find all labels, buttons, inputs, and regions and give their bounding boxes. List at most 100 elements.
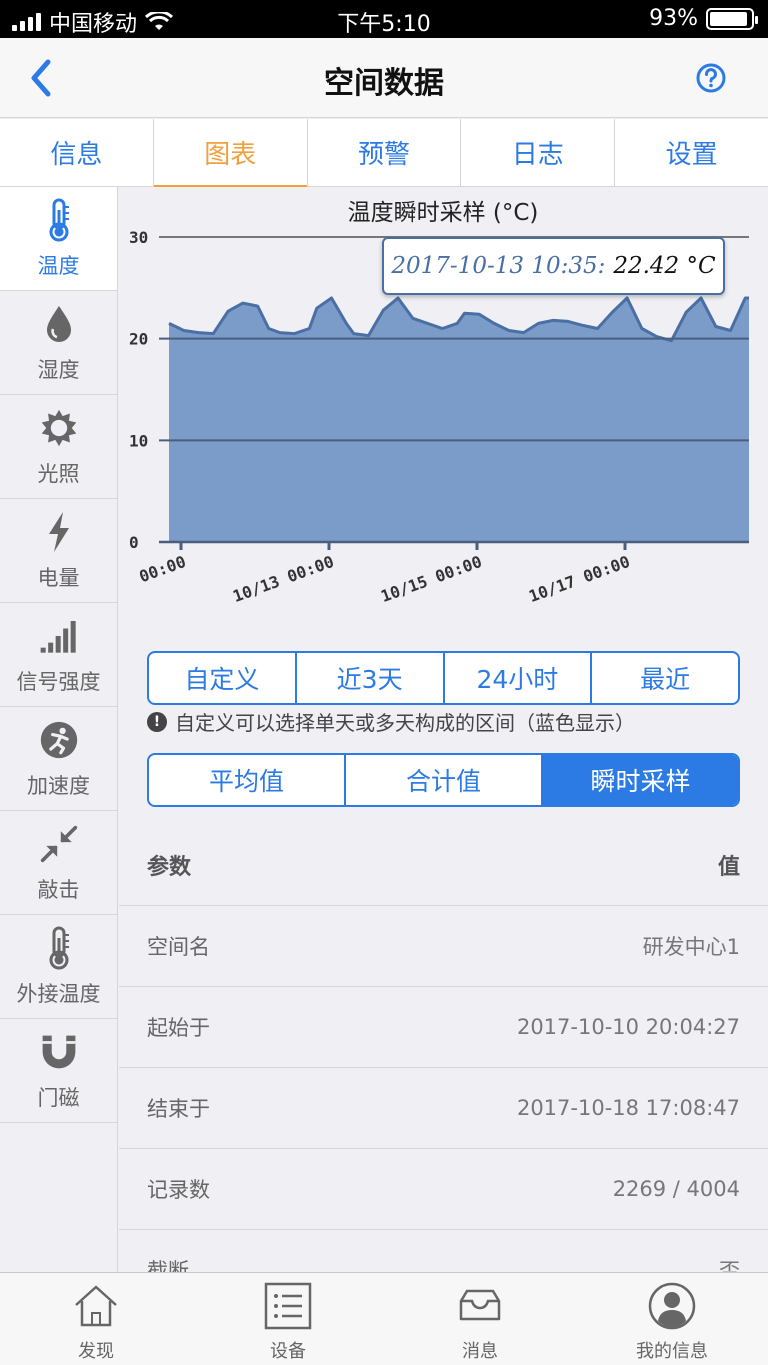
y-tick-label: 10 [129,431,148,450]
water-drop-icon [46,305,71,342]
house-icon [75,1285,117,1327]
sidebar-item-signal[interactable]: 信号强度 [0,603,117,707]
help-question-icon[interactable] [696,63,726,93]
inbox-icon [459,1289,501,1321]
thermometer-icon [49,198,69,241]
x-tick-label: 10/15 00:00 [378,552,484,606]
row-value: 2269 / 4004 [612,1177,740,1201]
sidebar-item-acceleration[interactable]: 加速度 [0,707,117,811]
mode-segmented-control: 平均值 合计值 瞬时采样 [147,753,740,807]
tab-chart[interactable]: 图表 [153,119,308,187]
user-avatar-icon [648,1282,696,1330]
range-recent-button[interactable]: 最近 [592,653,738,703]
tab-info[interactable]: 信息 [0,119,154,186]
range-hint: ! 自定义可以选择单天或多天构成的区间（蓝色显示） [147,707,635,736]
chart-title: 温度瞬时采样 (°C) [348,200,539,226]
table-row: 起始于 2017-10-10 20:04:27 [119,987,768,1068]
tabbar-label: 消息 [462,1341,498,1362]
header-value: 值 [717,855,740,880]
mode-total-button[interactable]: 合计值 [346,755,543,805]
bottom-tab-bar: 发现 设备 消息 我的信息 [0,1272,768,1365]
mode-average-button[interactable]: 平均值 [149,755,346,805]
y-tick-label: 20 [129,330,148,349]
sidebar-item-label: 湿度 [37,357,80,382]
signal-bars-icon [40,620,76,653]
range-24hours-button[interactable]: 24小时 [445,653,593,703]
tab-alerts[interactable]: 预警 [308,119,462,186]
tabbar-messages[interactable]: 消息 [384,1273,576,1365]
magnet-icon [42,1035,75,1068]
sidebar-item-label: 光照 [37,461,80,486]
tabbar-devices[interactable]: 设备 [192,1273,384,1365]
x-tick-label: 10/13 00:00 [230,552,336,606]
table-row: 截断 否 [119,1230,768,1272]
lightning-icon [48,511,69,552]
sidebar-item-temperature[interactable]: 温度 [0,187,117,291]
range-segmented-control: 自定义 近3天 24小时 最近 [147,651,740,705]
row-param: 记录数 [147,1178,210,1202]
table-row: 空间名 研发中心1 [119,906,768,987]
row-param: 截断 [147,1259,189,1272]
navigation-bar: 空间数据 [0,38,768,118]
row-value: 否 [719,1259,740,1272]
hint-text: 自定义可以选择单天或多天构成的区间（蓝色显示） [175,711,635,735]
range-3days-button[interactable]: 近3天 [297,653,445,703]
tab-log[interactable]: 日志 [461,119,616,186]
battery-percent: 93% [649,6,698,31]
list-icon [264,1282,312,1330]
status-right: 93% [649,6,758,31]
tab-settings[interactable]: 设置 [615,119,768,186]
mode-instant-button[interactable]: 瞬时采样 [543,755,738,805]
row-param: 空间名 [147,935,210,959]
table-row: 结束于 2017-10-18 17:08:47 [119,1068,768,1149]
sidebar-item-label: 电量 [37,565,80,590]
exclamation-icon: ! [147,711,167,732]
sidebar-item-light[interactable]: 光照 [0,395,117,499]
status-bar: 中国移动 下午5:10 93% [0,0,768,38]
row-value: 研发中心1 [642,935,740,959]
header-param: 参数 [147,855,192,880]
row-param: 起始于 [147,1016,210,1040]
temperature-chart: 温度瞬时采样 (°C) 0 10 20 30 00:00 10/13 00:00 10/15 … [119,187,768,632]
sidebar-item-humidity[interactable]: 湿度 [0,291,117,395]
x-tick-label: 00:00 [137,552,189,586]
chart-tooltip: 2017-10-13 10:35: 22.42 °C [382,237,725,295]
battery-icon [706,7,758,30]
knock-arrows-icon [40,825,77,862]
external-thermometer-icon [49,926,69,969]
tabbar-label: 我的信息 [636,1341,708,1362]
tooltip-date: 2017-10-13 10:35: [391,253,606,279]
row-value: 2017-10-10 20:04:27 [516,1015,740,1039]
sidebar-item-external-temperature[interactable]: 外接温度 [0,915,117,1019]
tooltip-value: 22.42 °C [613,253,716,279]
accelerometer-icon [40,721,77,758]
sidebar-item-battery[interactable]: 电量 [0,499,117,603]
sensor-sidebar: 温度 湿度 光照 电量 信号强度 加速度 敲击 外接温度 门磁 [0,187,118,1272]
page-title: 空间数据 [324,66,444,101]
chart-panel: 温度瞬时采样 (°C) 0 10 20 30 00:00 10/13 00:00 10/15 … [119,187,768,1272]
y-tick-label: 30 [129,228,148,247]
range-custom-button[interactable]: 自定义 [149,653,297,703]
top-tabs: 信息 图表 预警 日志 设置 [0,119,768,187]
row-param: 结束于 [147,1097,210,1121]
sidebar-item-door-magnet[interactable]: 门磁 [0,1019,117,1123]
tabbar-label: 设备 [270,1341,306,1362]
sidebar-item-label: 信号强度 [16,669,101,694]
sidebar-item-label: 温度 [37,253,80,278]
x-tick-label: 10/17 00:00 [526,552,632,606]
table-header: 参数 值 [119,825,768,906]
sidebar-item-knock[interactable]: 敲击 [0,811,117,915]
sidebar-item-label: 加速度 [27,773,90,798]
temperature-area [169,298,749,542]
row-value: 2017-10-18 17:08:47 [516,1096,740,1120]
sidebar-item-label: 外接温度 [16,981,101,1006]
y-tick-label: 0 [129,533,139,552]
sidebar-item-label: 门磁 [37,1085,80,1110]
tabbar-my-info[interactable]: 我的信息 [576,1273,768,1365]
sun-icon [41,409,76,446]
tabbar-label: 发现 [78,1341,114,1362]
params-table: 参数 值 空间名 研发中心1 起始于 2017-10-10 20:04:27 结… [119,825,768,1272]
table-row: 记录数 2269 / 4004 [119,1149,768,1230]
sidebar-item-label: 敲击 [37,877,80,902]
tabbar-discover[interactable]: 发现 [0,1273,192,1365]
